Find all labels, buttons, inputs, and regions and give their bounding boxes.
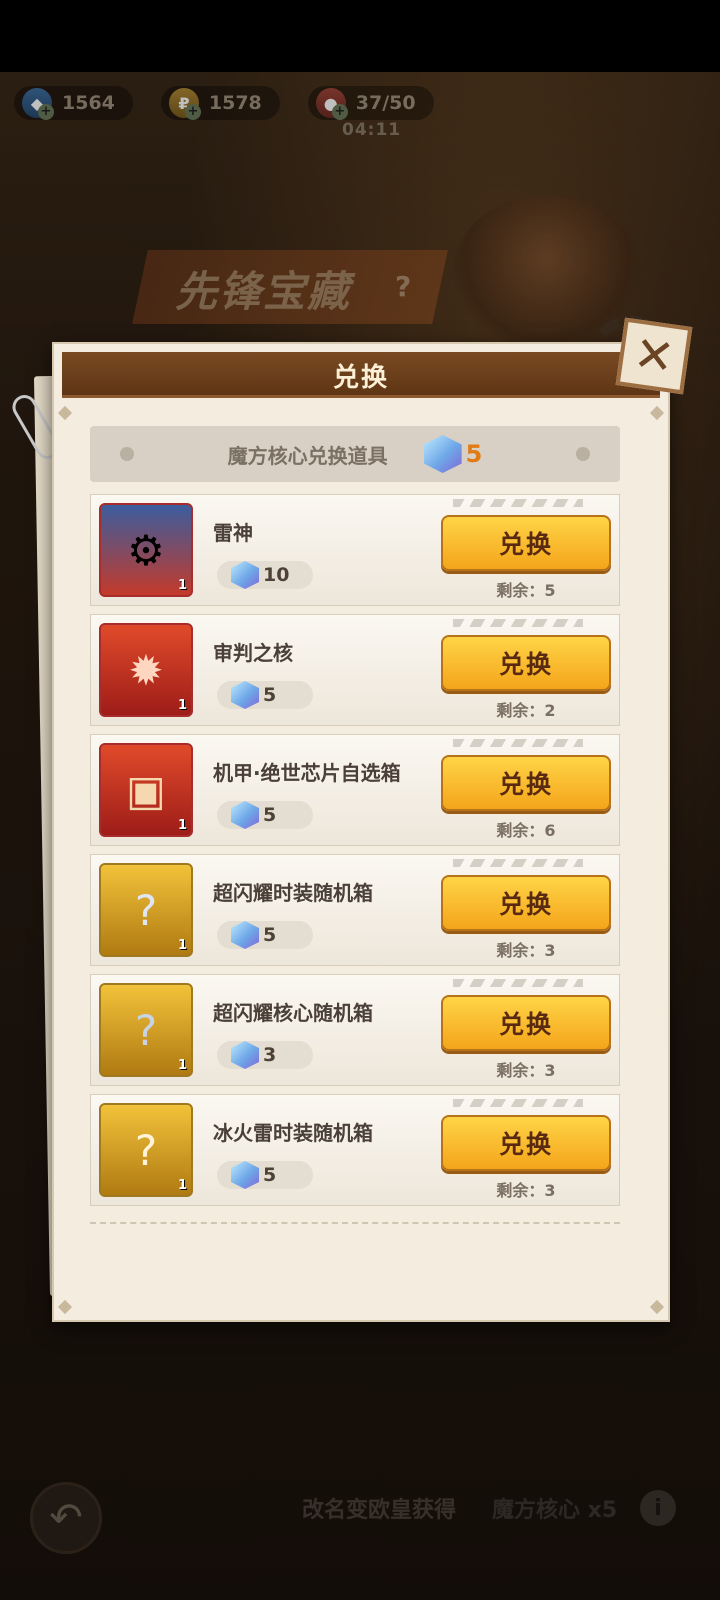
item-qty: 1 (177, 578, 187, 593)
chip-box-icon[interactable]: ▣ 1 (99, 743, 193, 837)
divider (90, 1222, 620, 1224)
magic-cube-icon (423, 435, 462, 473)
bullet-icon (120, 447, 134, 461)
corner-ornament (649, 1299, 665, 1315)
row-stripes (453, 1099, 583, 1107)
remaining-count: 剩余：2 (496, 701, 556, 720)
exchange-button[interactable]: 兑换 (441, 635, 611, 691)
exchange-button[interactable]: 兑换 (441, 755, 611, 811)
exchange-button[interactable]: 兑换 (441, 515, 611, 571)
magic-cube-icon (231, 1041, 259, 1069)
magic-cube-icon (231, 561, 259, 589)
exchange-button[interactable]: 兑换 (441, 875, 611, 931)
core-box-icon[interactable]: ? 1 (99, 983, 193, 1077)
item-price: 5 (217, 681, 313, 709)
close-button[interactable]: ✕ (615, 317, 693, 395)
close-icon: ✕ (630, 325, 678, 387)
row-stripes (453, 979, 583, 987)
item-price: 10 (217, 561, 313, 589)
magic-cube-icon (231, 681, 259, 709)
exchange-item-row: ▣ 1 机甲·绝世芯片自选箱 5 兑换 剩余：6 (90, 734, 620, 846)
corner-ornament (57, 1299, 73, 1315)
item-price: 3 (217, 1041, 313, 1069)
corner-ornament (57, 405, 73, 421)
dialog-title: 兑换 (62, 352, 660, 398)
magic-cube-icon (231, 921, 259, 949)
magic-cube-icon (231, 801, 259, 829)
exchange-item-row: ? 1 冰火雷时装随机箱 5 兑换 剩余：3 (90, 1094, 620, 1206)
exchange-button[interactable]: 兑换 (441, 995, 611, 1051)
item-qty: 1 (177, 818, 187, 833)
remaining-count: 剩余：3 (496, 1061, 556, 1080)
remaining-count: 剩余：6 (496, 821, 556, 840)
item-price: 5 (217, 801, 313, 829)
item-price: 5 (217, 1161, 313, 1189)
mech-thor-icon[interactable]: ⚙ 1 (99, 503, 193, 597)
elemental-costume-box-icon[interactable]: ? 1 (99, 1103, 193, 1197)
item-name: 机甲·绝世芯片自选箱 (213, 761, 401, 785)
item-qty: 1 (177, 1058, 187, 1073)
price-value: 3 (263, 1044, 277, 1066)
item-name: 雷神 (213, 521, 253, 545)
row-stripes (453, 499, 583, 507)
currency-bar: 魔方核心兑换道具 5 (90, 426, 620, 482)
currency-count: 5 (465, 440, 483, 468)
item-name: 审判之核 (213, 641, 293, 665)
row-stripes (453, 739, 583, 747)
magic-cube-icon (231, 1161, 259, 1189)
exchange-item-row: ⚙ 1 雷神 10 兑换 剩余：5 (90, 494, 620, 606)
exchange-list: ⚙ 1 雷神 10 兑换 剩余：5 ✹ 1 审判之核 5 兑换 剩余：2 ▣ 1 (90, 494, 620, 1214)
exchange-dialog: 兑换 魔方核心兑换道具 5 ⚙ 1 雷神 10 兑换 剩余：5 ✹ 1 审判之核 (52, 342, 670, 1322)
judgment-core-icon[interactable]: ✹ 1 (99, 623, 193, 717)
item-qty: 1 (177, 698, 187, 713)
price-value: 10 (263, 564, 290, 586)
exchange-button[interactable]: 兑换 (441, 1115, 611, 1171)
bullet-icon (576, 447, 590, 461)
price-value: 5 (263, 924, 277, 946)
remaining-count: 剩余：3 (496, 1181, 556, 1200)
costume-box-icon[interactable]: ? 1 (99, 863, 193, 957)
status-bar-area (0, 0, 720, 72)
exchange-item-row: ? 1 超闪耀时装随机箱 5 兑换 剩余：3 (90, 854, 620, 966)
row-stripes (453, 859, 583, 867)
exchange-item-row: ? 1 超闪耀核心随机箱 3 兑换 剩余：3 (90, 974, 620, 1086)
price-value: 5 (263, 804, 277, 826)
item-name: 超闪耀核心随机箱 (213, 1001, 373, 1025)
price-value: 5 (263, 684, 277, 706)
currency-label: 魔方核心兑换道具 (227, 443, 388, 468)
item-price: 5 (217, 921, 313, 949)
corner-ornament (649, 405, 665, 421)
item-name: 超闪耀时装随机箱 (213, 881, 373, 905)
item-qty: 1 (177, 1178, 187, 1193)
remaining-count: 剩余：3 (496, 941, 556, 960)
remaining-count: 剩余：5 (496, 581, 556, 600)
exchange-item-row: ✹ 1 审判之核 5 兑换 剩余：2 (90, 614, 620, 726)
item-name: 冰火雷时装随机箱 (213, 1121, 373, 1145)
item-qty: 1 (177, 938, 187, 953)
row-stripes (453, 619, 583, 627)
price-value: 5 (263, 1164, 277, 1186)
